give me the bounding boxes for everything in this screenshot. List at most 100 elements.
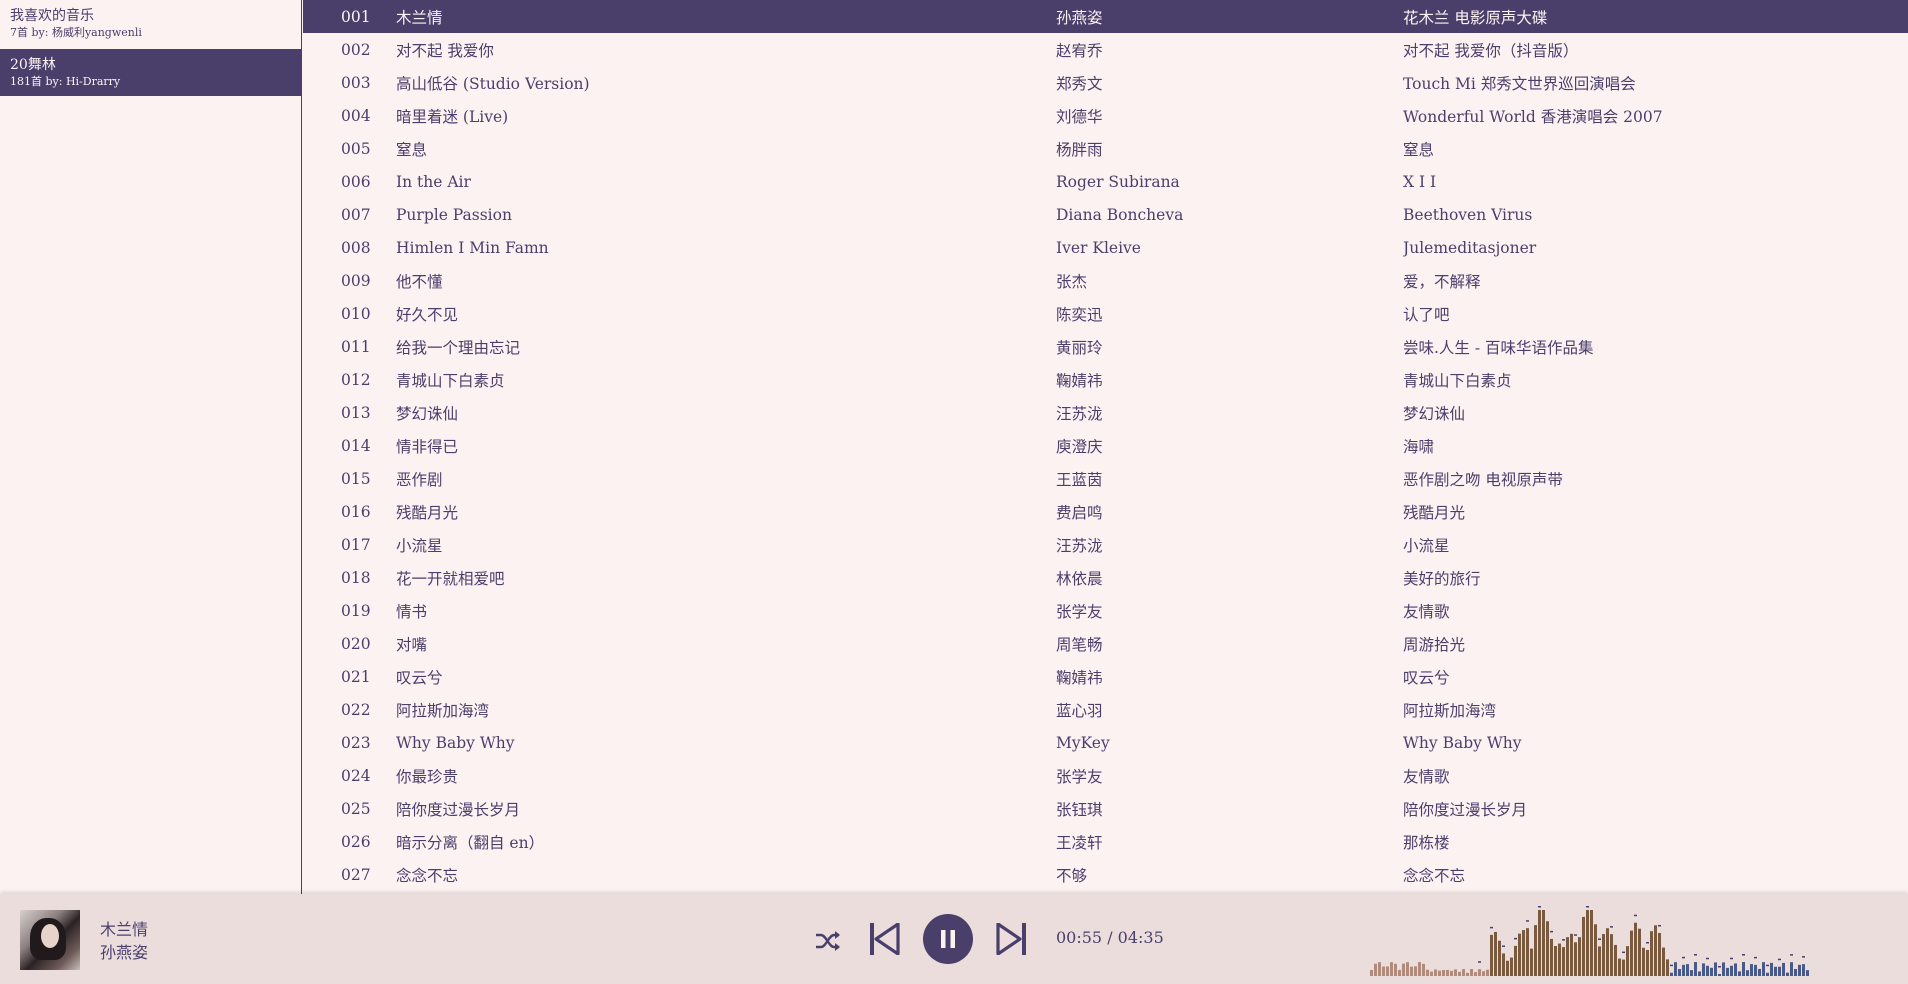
visualizer-bar	[1530, 948, 1533, 976]
track-number: 009	[341, 271, 371, 290]
track-row[interactable]: 013 梦幻诛仙 汪苏泷 梦幻诛仙	[303, 396, 1908, 429]
visualizer-bar	[1378, 962, 1381, 976]
visualizer-peak	[1742, 954, 1745, 956]
track-number: 016	[341, 502, 371, 521]
album-cover[interactable]	[20, 910, 80, 970]
track-title: 情非得已	[396, 437, 459, 456]
track-row[interactable]: 011 给我一个理由忘记 黄丽玲 尝味.人生 - 百味华语作品集	[303, 330, 1908, 363]
track-number: 012	[341, 370, 371, 389]
track-album: 友情歌	[1403, 602, 1450, 621]
visualizer-bar	[1662, 947, 1665, 976]
track-row[interactable]: 020 对嘴 周笔畅 周游拾光	[303, 627, 1908, 660]
visualizer-bar	[1534, 925, 1537, 976]
track-album: 青城山下白素贞	[1403, 371, 1512, 390]
track-row[interactable]: 009 他不懂 张杰 爱，不解释	[303, 264, 1908, 297]
visualizer-bar	[1574, 942, 1577, 976]
pause-button[interactable]	[922, 913, 974, 965]
visualizer-peak	[1526, 920, 1529, 922]
track-artist: 张学友	[1056, 767, 1103, 786]
track-row[interactable]: 002 对不起 我爱你 赵宥乔 对不起 我爱你（抖音版）	[303, 33, 1908, 66]
track-title: 窒息	[396, 140, 428, 159]
track-row[interactable]: 026 暗示分离（翻自 en） 王凌轩 那栋楼	[303, 825, 1908, 858]
track-album: 窒息	[1403, 140, 1435, 159]
track-row[interactable]: 007 Purple Passion Diana Boncheva Beethoven…	[303, 198, 1908, 231]
next-icon[interactable]	[996, 923, 1026, 955]
track-album: Why Baby Why	[1403, 733, 1522, 752]
track-row[interactable]: 016 残酷月光 费启鸣 残酷月光	[303, 495, 1908, 528]
track-row[interactable]: 003 高山低谷 (Studio Version) 郑秀文 Touch Mi 郑秀文世…	[303, 66, 1908, 99]
visualizer-bar	[1606, 928, 1609, 976]
track-number: 011	[341, 337, 371, 356]
visualizer-bar	[1582, 916, 1585, 976]
track-title: 他不懂	[396, 272, 443, 291]
track-row[interactable]: 018 花一开就相爱吧 林依晨 美好的旅行	[303, 561, 1908, 594]
track-album: 残酷月光	[1403, 503, 1466, 522]
visualizer-peak	[1658, 924, 1661, 927]
visualizer-bar	[1726, 967, 1729, 976]
visualizer-bar	[1490, 934, 1493, 976]
track-row[interactable]: 005 窒息 杨胖雨 窒息	[303, 132, 1908, 165]
visualizer-bar	[1754, 964, 1757, 976]
track-artist: 汪苏泷	[1056, 404, 1103, 423]
track-row[interactable]: 021 叹云兮 鞠婧祎 叹云兮	[303, 660, 1908, 693]
visualizer-peak	[1610, 926, 1613, 928]
visualizer-peak	[1478, 961, 1481, 963]
visualizer-bar	[1666, 959, 1669, 976]
track-album: 周游拾光	[1403, 635, 1466, 654]
track-album: 陪你度过漫长岁月	[1403, 800, 1528, 819]
visualizer-bar	[1390, 962, 1393, 976]
visualizer-bar	[1570, 933, 1573, 976]
visualizer-bar	[1514, 945, 1517, 976]
playlist-subtitle: 181首 by: Hi-Drarry	[10, 75, 121, 88]
track-artist: 陈奕迅	[1056, 305, 1103, 324]
shuffle-icon[interactable]	[815, 930, 841, 952]
track-number: 025	[341, 799, 371, 818]
visualizer-bar	[1410, 966, 1413, 976]
track-album: 友情歌	[1403, 767, 1450, 786]
track-artist: 不够	[1056, 866, 1088, 885]
track-row[interactable]: 014 情非得已 庾澄庆 海啸	[303, 429, 1908, 462]
track-row[interactable]: 023 Why Baby Why MyKey Why Baby Why	[303, 726, 1908, 759]
visualizer-bar	[1470, 969, 1473, 976]
track-row[interactable]: 025 陪你度过漫长岁月 张钰琪 陪你度过漫长岁月	[303, 792, 1908, 825]
visualizer-bar	[1690, 970, 1693, 976]
track-artist: 刘德华	[1056, 107, 1103, 126]
track-row[interactable]: 008 Himlen I Min Famn Iver Kleive Julemedit…	[303, 231, 1908, 264]
track-artist: 孙燕姿	[1056, 8, 1103, 27]
track-title: 暗示分离（翻自 en）	[396, 833, 545, 852]
visualizer-bar	[1746, 970, 1749, 976]
visualizer-bar	[1598, 946, 1601, 976]
visualizer-bar	[1538, 910, 1541, 976]
visualizer-bar	[1554, 945, 1557, 976]
visualizer-bar	[1518, 933, 1521, 976]
playlist-item[interactable]: 20舞林 181首 by: Hi-Drarry	[0, 49, 301, 96]
track-title: 阿拉斯加海湾	[396, 701, 490, 720]
track-row[interactable]: 012 青城山下白素贞 鞠婧祎 青城山下白素贞	[303, 363, 1908, 396]
visualizer-peak	[1598, 938, 1601, 940]
now-playing-artist: 孙燕姿	[100, 943, 149, 962]
visualizer-bar	[1418, 962, 1421, 976]
previous-icon[interactable]	[870, 923, 900, 955]
track-row[interactable]: 010 好久不见 陈奕迅 认了吧	[303, 297, 1908, 330]
track-title: 木兰情	[396, 8, 443, 27]
track-artist: Roger Subirana	[1056, 172, 1180, 191]
track-row[interactable]: 004 暗里着迷 (Live) 刘德华 Wonderful World 香港演唱会 2…	[303, 99, 1908, 132]
track-artist: 鞠婧祎	[1056, 668, 1103, 687]
track-row[interactable]: 001 木兰情 孙燕姿 花木兰 电影原声大碟	[303, 0, 1908, 33]
track-number: 006	[341, 172, 371, 191]
visualizer-bar	[1702, 963, 1705, 976]
track-album: X I I	[1403, 172, 1437, 191]
track-row[interactable]: 006 In the Air Roger Subirana X I I	[303, 165, 1908, 198]
track-row[interactable]: 017 小流星 汪苏泷 小流星	[303, 528, 1908, 561]
track-artist: 赵宥乔	[1056, 41, 1103, 60]
visualizer-peak	[1646, 941, 1649, 944]
track-row[interactable]: 015 恶作剧 王蓝茵 恶作剧之吻 电视原声带	[303, 462, 1908, 495]
visualizer-bar	[1586, 910, 1589, 976]
visualizer-bar	[1742, 962, 1745, 976]
track-row[interactable]: 024 你最珍贵 张学友 友情歌	[303, 759, 1908, 792]
playlist-item[interactable]: 我喜欢的音乐 7首 by: 杨威利yangwenli	[0, 0, 301, 47]
track-row[interactable]: 027 念念不忘 不够 念念不忘	[303, 858, 1908, 891]
track-number: 027	[341, 865, 371, 884]
track-row[interactable]: 022 阿拉斯加海湾 蓝心羽 阿拉斯加海湾	[303, 693, 1908, 726]
track-row[interactable]: 019 情书 张学友 友情歌	[303, 594, 1908, 627]
